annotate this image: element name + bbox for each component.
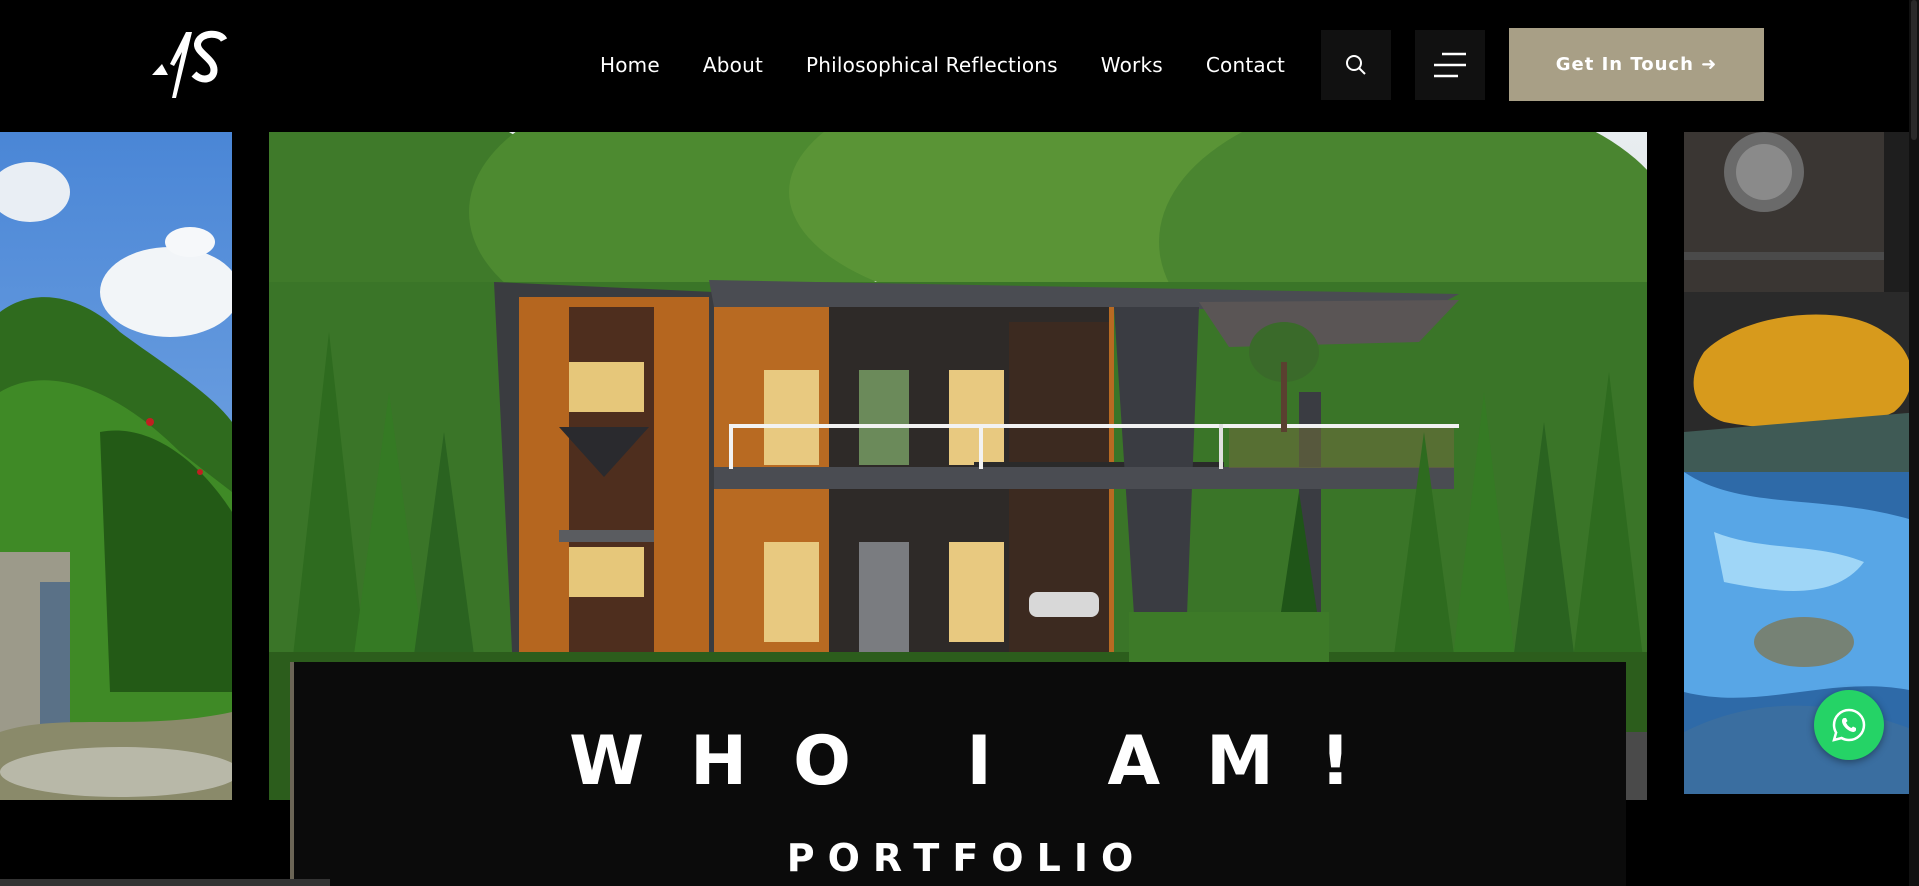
- hero-title: WHO I AM!: [569, 722, 1397, 801]
- nav-home[interactable]: Home: [600, 53, 660, 77]
- hamburger-icon: [1434, 52, 1466, 78]
- nav-contact[interactable]: Contact: [1206, 53, 1285, 77]
- site-logo[interactable]: [150, 30, 228, 98]
- search-button[interactable]: [1321, 30, 1391, 100]
- nav-philosophical-reflections[interactable]: Philosophical Reflections: [806, 53, 1058, 77]
- nav-about[interactable]: About: [703, 53, 763, 77]
- carousel-slide-next[interactable]: [1684, 132, 1919, 794]
- nav-works[interactable]: Works: [1101, 53, 1163, 77]
- site-header: Home About Philosophical Reflections Wor…: [0, 0, 1919, 132]
- menu-button[interactable]: [1415, 30, 1485, 100]
- search-icon: [1346, 55, 1366, 75]
- whatsapp-icon: [1832, 708, 1866, 742]
- hero-subtitle: PORTFOLIO: [786, 836, 1147, 880]
- scrollbar-thumb[interactable]: [1911, 0, 1917, 140]
- carousel-slide-prev[interactable]: [0, 132, 232, 800]
- horizontal-scroll-indicator: [0, 879, 330, 886]
- hero-text-panel: WHO I AM! PORTFOLIO: [290, 662, 1626, 886]
- whatsapp-button[interactable]: [1814, 690, 1884, 760]
- main-nav: Home About Philosophical Reflections Wor…: [600, 50, 1328, 80]
- get-in-touch-button[interactable]: Get In Touch ➜: [1509, 28, 1764, 101]
